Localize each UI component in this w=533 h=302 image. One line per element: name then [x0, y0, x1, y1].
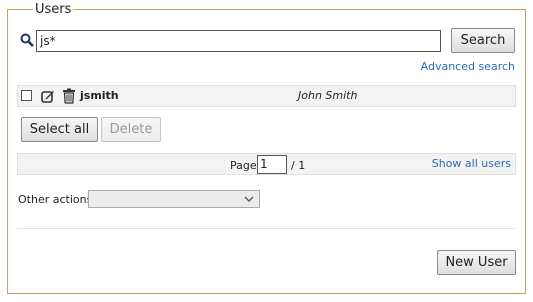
- table-row: jsmith John Smith: [17, 85, 516, 107]
- search-button[interactable]: Search: [451, 28, 515, 53]
- other-actions-label: Other actions: [18, 193, 93, 206]
- delete-button[interactable]: Delete: [101, 117, 161, 142]
- edit-icon[interactable]: [41, 89, 55, 103]
- show-all-users-link[interactable]: Show all users: [432, 157, 511, 170]
- search-input[interactable]: js*: [36, 30, 441, 52]
- page-total: / 1: [291, 159, 306, 172]
- trash-icon[interactable]: [62, 88, 76, 104]
- row-checkbox[interactable]: [21, 90, 32, 101]
- other-actions-select[interactable]: [88, 190, 260, 208]
- new-user-button[interactable]: New User: [437, 250, 516, 275]
- divider: [17, 228, 516, 229]
- user-full-name: John Smith: [298, 89, 358, 102]
- chevron-down-icon: [244, 196, 254, 202]
- pager-bar: Page 1 / 1 Show all users: [17, 153, 516, 175]
- advanced-search-link[interactable]: Advanced search: [421, 60, 515, 73]
- username-link[interactable]: jsmith: [80, 89, 119, 102]
- page-number-input[interactable]: 1: [257, 155, 287, 174]
- search-icon: [20, 33, 34, 47]
- panel-legend: Users: [33, 2, 74, 18]
- page-label: Page: [230, 159, 257, 172]
- select-all-button[interactable]: Select all: [21, 117, 98, 142]
